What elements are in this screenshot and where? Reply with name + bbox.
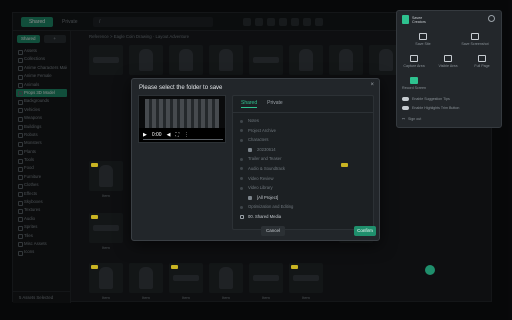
folder-label: Video Review [248,175,274,181]
folder-tree-item[interactable]: Video Review [239,174,367,184]
radio-icon [240,186,243,190]
item-label: Full Page [474,64,490,68]
folder-label: Trailer and Teaser [248,156,282,162]
toggle-label: Enable Suggestion Tips [412,97,450,101]
folder-label: [All Project] [257,194,279,200]
folder-tree-item[interactable]: [All Project] [239,193,367,203]
video-icon [410,77,418,84]
crop-icon [410,55,418,62]
eye-icon [444,55,452,62]
folder-tree-item[interactable]: Optimization and Editing [239,202,367,212]
tab-private[interactable]: Private [267,100,283,108]
folder-label: Notes [248,118,259,123]
tag-badge [341,163,348,167]
fullscreen-icon[interactable]: ⛶ [175,132,179,138]
item-label: Save Site [415,42,431,46]
cancel-button[interactable]: Cancel [261,226,285,236]
more-icon[interactable]: ⋮ [184,132,189,138]
brand-name: Savee Creators [412,15,426,24]
save-site-button[interactable]: Save Site [403,33,443,46]
player-time: 0:00 [151,132,162,138]
play-icon[interactable]: ▶ [143,132,147,138]
folder-icon [248,147,252,152]
folder-tree-item[interactable]: 00. Shared Media [239,212,367,222]
video-preview[interactable]: ▶ 0:00 ◀ ⛶ ⋮ [138,95,226,143]
folder-picker: Shared Private Notes Project Archive Chara… [232,95,374,230]
folder-label: Characters [248,137,269,143]
volume-icon[interactable]: ◀ [167,132,171,138]
toggle-label: Enable Highlights Trim Button [412,106,460,110]
bookmark-icon [419,33,427,40]
folder-label: 20230614 [257,146,276,152]
gear-icon[interactable] [488,15,495,22]
folder-label: Optimization and Editing [248,204,294,210]
radio-icon [240,167,243,171]
confirm-button[interactable]: Confirm [354,226,376,236]
item-label: Save Screenshot [461,42,489,46]
video-frame [145,99,219,131]
radio-icon [240,138,243,142]
toggle-suggestion-tips[interactable]: Enable Suggestion Tips [402,97,450,101]
toggle-trim-button[interactable]: Enable Highlights Trim Button [402,106,459,110]
logout-icon: ↦ [402,117,406,121]
tag-badge [171,265,178,269]
dialog-title: Please select the folder to save [139,85,223,91]
folder-label: Project Archive [248,127,276,133]
floating-action-button[interactable] [425,265,435,275]
logo-icon [402,15,409,24]
full-page-button[interactable]: Full Page [465,55,499,68]
visible-area-button[interactable]: Visible Area [431,55,465,68]
folder-tree-item[interactable]: Project Archive [239,126,367,136]
radio-icon [240,119,243,123]
screenshot-icon [471,33,479,40]
extension-popup: Savee Creators Save Site Save Screenshot… [396,10,502,128]
brand: Savee Creators [402,15,434,24]
radio-icon [240,205,243,209]
toggle-switch[interactable] [402,106,409,110]
folder-tree-item[interactable]: Characters [239,135,367,145]
capture-area-button[interactable]: Capture Area [397,55,431,68]
sign-out-link[interactable]: ↦ Sign out [402,117,421,121]
close-icon[interactable]: × [370,82,374,88]
folder-label: Video Library [248,185,273,191]
folder-label: Audio & Soundtrack [248,165,286,171]
tag-badge [91,265,98,269]
folder-tree-item[interactable]: 20230614 [239,145,367,155]
toggle-switch[interactable] [402,97,409,101]
page-icon [478,55,486,62]
folder-icon [248,195,252,200]
item-label: Capture Area [403,64,425,68]
folder-tree: Notes Project Archive Characters 20230614 Tr… [233,113,373,225]
tag-badge [291,265,298,269]
sign-out-label: Sign out [408,117,422,121]
folder-tree-item[interactable]: Video Library [239,183,367,193]
radio-icon [240,129,243,133]
save-screenshot-button[interactable]: Save Screenshot [455,33,495,46]
tag-badge [91,215,98,219]
item-label: Visible Area [438,64,458,68]
radio-icon [240,177,243,181]
seek-bar[interactable] [143,139,223,140]
save-folder-dialog: Please select the folder to save × ▶ 0:0… [131,78,380,241]
folder-tree-item[interactable]: Notes [239,116,367,126]
radio-icon [240,157,243,161]
tag-badge [91,163,98,167]
item-label: Record Screen [402,86,426,90]
record-screen-button[interactable]: Record Screen [397,77,431,90]
radio-icon [240,214,244,219]
folder-label: 00. Shared Media [248,213,282,219]
tab-shared[interactable]: Shared [241,100,258,108]
